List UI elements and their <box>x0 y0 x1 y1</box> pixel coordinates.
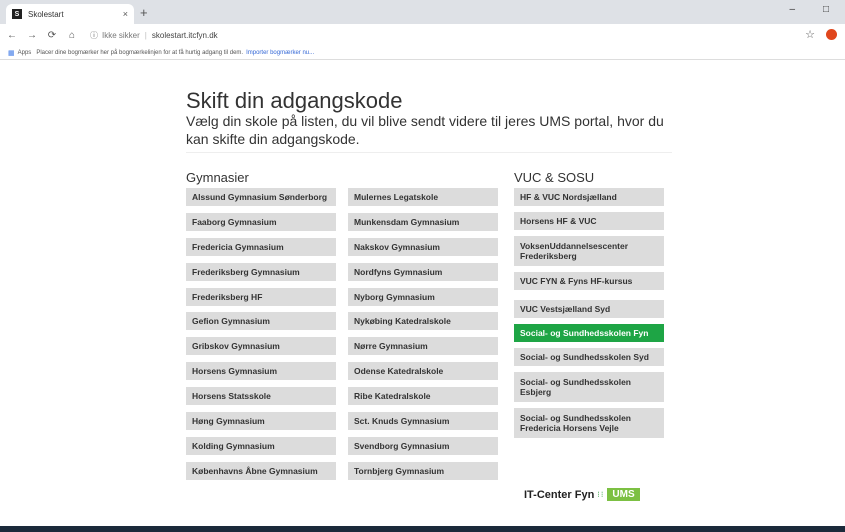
section-title-vuc: VUC & SOSU <box>514 170 595 185</box>
school-button-vuc-fyn-fyns-hf-kursus[interactable]: VUC FYN & Fyns HF-kursus <box>514 272 664 290</box>
section-title-gymnasier: Gymnasier <box>186 170 249 185</box>
school-button-københavns-åbne-gymnasium[interactable]: Københavns Åbne Gymnasium <box>186 461 336 480</box>
bookmarks-hint: Placer dine bogmærker her på bogmærkelin… <box>36 49 244 56</box>
bookmarks-bar: ▦ Apps Placer dine bogmærker her på bogm… <box>0 46 845 60</box>
school-button-nakskov-gymnasium[interactable]: Nakskov Gymnasium <box>348 237 498 256</box>
school-button-frederiksberg-hf[interactable]: Frederiksberg HF <box>186 287 336 306</box>
browser-tab[interactable]: S Skolestart × <box>6 4 134 24</box>
school-column-3: HF & VUC Nordsjælland Horsens HF & VUC Vok… <box>514 188 664 438</box>
school-button-voksenuddannelsescenter-frederiksberg[interactable]: VoksenUddannelsescenter Frederiksberg <box>514 236 664 266</box>
school-button-horsens-statsskole[interactable]: Horsens Statsskole <box>186 387 336 406</box>
school-button-social-og-sundhedsskolen-syd[interactable]: Social- og Sundhedsskolen Syd <box>514 348 664 366</box>
school-button-nyborg-gymnasium[interactable]: Nyborg Gymnasium <box>348 287 498 306</box>
ums-logo: UMS <box>607 488 640 501</box>
profile-avatar[interactable] <box>826 29 837 40</box>
school-button-nykøbing-katedralskole[interactable]: Nykøbing Katedralskole <box>348 312 498 331</box>
school-button-høng-gymnasium[interactable]: Høng Gymnasium <box>186 412 336 431</box>
home-icon[interactable]: ⌂ <box>64 30 80 41</box>
windows-taskbar: 11:10 <box>0 516 845 532</box>
close-tab-icon[interactable]: × <box>123 9 128 19</box>
school-button-fredericia-gymnasium[interactable]: Fredericia Gymnasium <box>186 237 336 256</box>
school-button-nørre-gymnasium[interactable]: Nørre Gymnasium <box>348 337 498 356</box>
url-text[interactable]: skolestart.itcfyn.dk <box>152 31 218 40</box>
school-button-horsens-hf-vuc[interactable]: Horsens HF & VUC <box>514 212 664 230</box>
school-button-social-og-sundhedsskolen-esbjerg[interactable]: Social- og Sundhedsskolen Esbjerg <box>514 372 664 402</box>
school-button-kolding-gymnasium[interactable]: Kolding Gymnasium <box>186 436 336 455</box>
school-button-social-og-sundhedsskolen-fyn[interactable]: Social- og Sundhedsskolen Fyn <box>514 324 664 342</box>
school-button-vuc-vestsjælland-syd[interactable]: VUC Vestsjælland Syd <box>514 300 664 318</box>
school-button-mulernes-legatskole[interactable]: Mulernes Legatskole <box>348 188 498 206</box>
school-button-odense-katedralskole[interactable]: Odense Katedralskole <box>348 362 498 381</box>
school-button-social-og-sundhedsskolen-fredericia-horsens-vejle[interactable]: Social- og Sundhedsskolen Fredericia Hor… <box>514 408 664 438</box>
import-bookmarks-link[interactable]: Importer bogmærker nu... <box>246 50 314 56</box>
school-button-horsens-gymnasium[interactable]: Horsens Gymnasium <box>186 362 336 381</box>
not-secure-label: Ikke sikker <box>102 30 140 40</box>
favicon-icon: S <box>12 9 22 19</box>
school-button-tornbjerg-gymnasium[interactable]: Tornbjerg Gymnasium <box>348 461 498 480</box>
bookmark-star-icon[interactable]: ☆ <box>805 28 815 41</box>
logo-text: IT-Center Fyn <box>524 488 595 501</box>
browser-toolbar: ← → ⟳ ⌂ ⓘ Ikke sikker | skolestart.itcfy… <box>0 24 845 46</box>
apps-label[interactable]: Apps <box>18 50 32 56</box>
school-button-frederiksberg-gymnasium[interactable]: Frederiksberg Gymnasium <box>186 262 336 281</box>
minimize-button[interactable]: – <box>789 4 795 15</box>
new-tab-button[interactable]: + <box>140 5 148 20</box>
school-button-gribskov-gymnasium[interactable]: Gribskov Gymnasium <box>186 337 336 356</box>
school-button-faaborg-gymnasium[interactable]: Faaborg Gymnasium <box>186 212 336 231</box>
page-subtitle: Vælg din skole på listen, du vil blive s… <box>186 113 664 147</box>
school-button-svendborg-gymnasium[interactable]: Svendborg Gymnasium <box>348 436 498 455</box>
info-icon[interactable]: ⓘ <box>90 30 98 41</box>
reload-icon[interactable]: ⟳ <box>44 30 60 41</box>
separator: | <box>144 30 147 40</box>
school-button-hf-vuc-nordsjælland[interactable]: HF & VUC Nordsjælland <box>514 188 664 206</box>
address-bar[interactable]: ⓘ Ikke sikker | skolestart.itcfyn.dk <box>90 30 218 41</box>
taskbar-clock: 11:10 <box>794 516 809 522</box>
tab-title: Skolestart <box>28 9 64 19</box>
page-title: Skift din adgangskode <box>186 88 403 113</box>
school-button-munkensdam-gymnasium[interactable]: Munkensdam Gymnasium <box>348 212 498 231</box>
school-button-gefion-gymnasium[interactable]: Gefion Gymnasium <box>186 312 336 331</box>
school-column-2: Mulernes Legatskole Munkensdam Gymnasium N… <box>348 188 498 487</box>
it-center-logo: IT-Center Fyn ⁝⁝ UMS <box>524 488 640 501</box>
back-icon[interactable]: ← <box>4 30 20 41</box>
school-button-ribe-katedralskole[interactable]: Ribe Katedralskole <box>348 387 498 406</box>
apps-icon[interactable]: ▦ <box>8 49 15 57</box>
school-button-nordfyns-gymnasium[interactable]: Nordfyns Gymnasium <box>348 262 498 281</box>
school-button-sct-knuds-gymnasium[interactable]: Sct. Knuds Gymnasium <box>348 412 498 431</box>
maximize-button[interactable]: □ <box>823 4 829 15</box>
tab-bar: S Skolestart × + – □ <box>0 0 845 24</box>
forward-icon[interactable]: → <box>24 30 40 41</box>
divider <box>186 152 672 153</box>
school-column-1: Alssund Gymnasium Sønderborg Faaborg Gymn… <box>186 188 336 487</box>
school-button-alssund-gymnasium-sønderborg[interactable]: Alssund Gymnasium Sønderborg <box>186 188 336 206</box>
logo-dots: ⁝⁝ <box>597 490 605 499</box>
